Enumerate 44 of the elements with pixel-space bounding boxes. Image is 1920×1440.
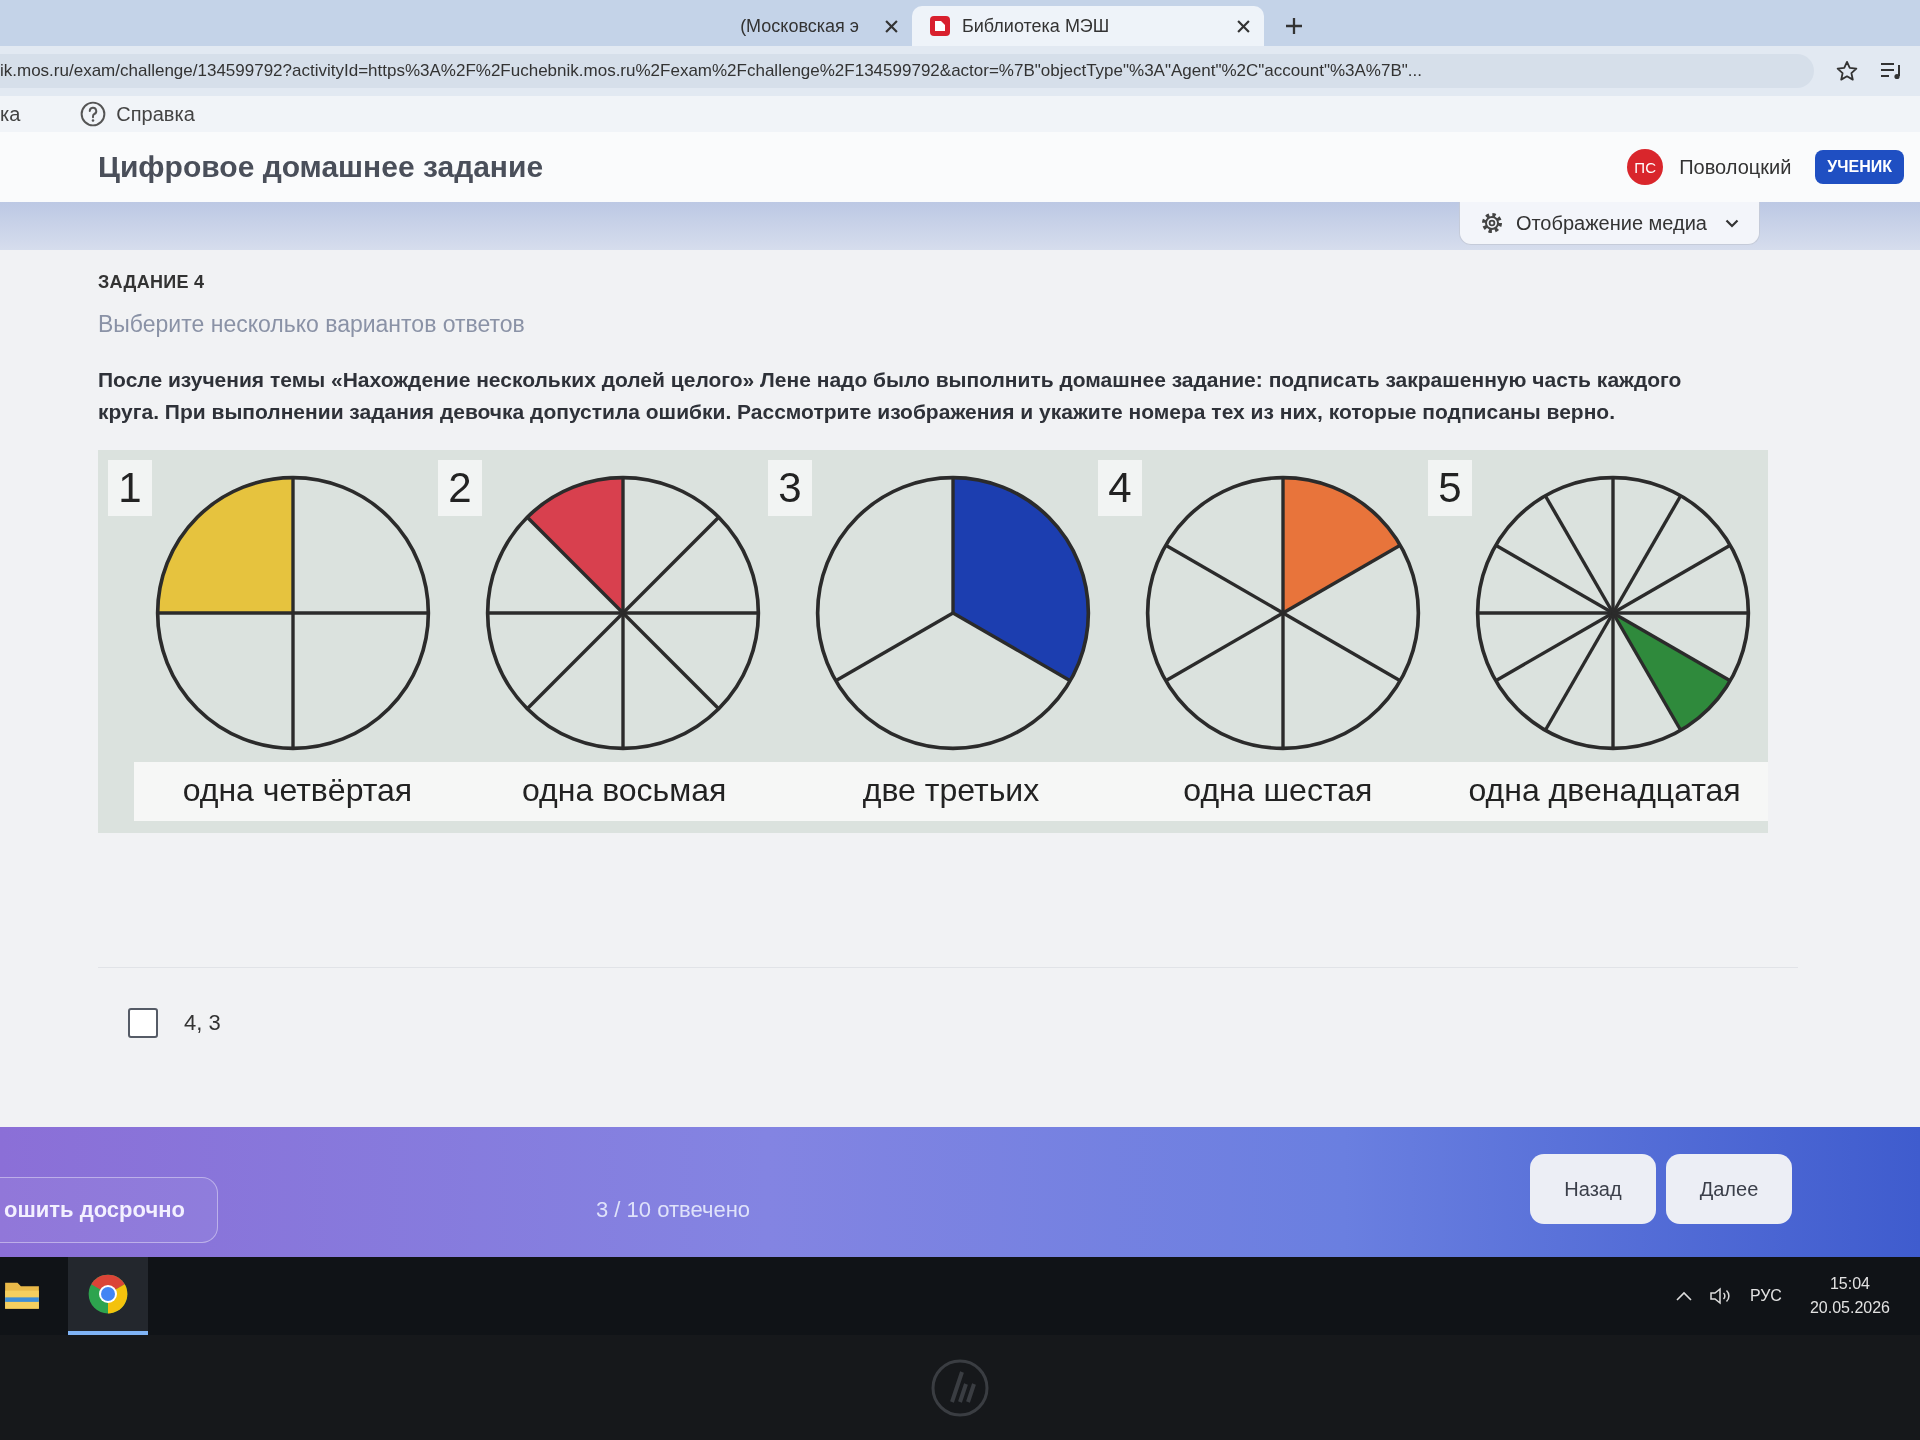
help-icon (80, 101, 107, 127)
task-instruction: Выберите несколько вариантов ответов (98, 311, 526, 338)
close-icon[interactable] (885, 19, 898, 33)
square-logo-icon (930, 16, 950, 36)
browser-tab[interactable]: (Московская э (700, 6, 912, 46)
user-name: Поволоцкий (1679, 155, 1792, 179)
back-button[interactable]: Назад (1530, 1154, 1656, 1224)
figure-number: 3 (768, 460, 812, 516)
figure-caption: одна шестая (1183, 772, 1373, 809)
figure-number: 5 (1428, 460, 1472, 516)
gear-icon (1479, 211, 1504, 235)
address-field[interactable]: ik.mos.ru/exam/challenge/134599792?activityId=https%3A%2F%2Fuchebnik.mos.ru%2Fexam%2Fchallenge%2F134599792&actor=%7B"objectType"%3A"Agent"%2C"account"%3A%7B"... (0, 54, 1814, 88)
role-label: УЧЕНИК (1815, 150, 1904, 184)
figure-caption: одна восьмая (522, 772, 727, 809)
speaker-icon[interactable] (1709, 1287, 1732, 1305)
language-indicator[interactable]: РУС (1749, 1287, 1782, 1305)
browser-tab[interactable]: Библиотека МЭШ (912, 6, 1264, 46)
figure-number: 2 (438, 460, 482, 516)
round-app-icon (88, 1274, 128, 1314)
figure-caption: две третьих (862, 772, 1040, 809)
option-label: 4, 3 (184, 1010, 221, 1036)
chevron-down-icon (1725, 218, 1739, 228)
figure-caption: одна двенадцатая (1468, 772, 1741, 809)
close-icon[interactable] (1237, 19, 1250, 33)
clock-date[interactable]: 20.05.2026 (1809, 1299, 1890, 1317)
clock-time[interactable]: 15:04 (1829, 1275, 1870, 1293)
bookmark-link[interactable]: Справка (80, 101, 195, 127)
plus-icon[interactable] (1286, 18, 1302, 34)
task-text: После изучения темы «Нахождение нескольких долей целого» Лене надо было выполнить домашнее задание: подписать закрашенную часть каждого круга. При выполнении задания девочка допустила ошибки. Рассмотрите изображения и укажите номера тех из них, которые подписаны верно. (98, 367, 1683, 425)
logo-icon (930, 1357, 990, 1418)
taskbar-app[interactable] (68, 1257, 148, 1335)
media-display-dropdown[interactable]: Отображение медиа (1458, 202, 1760, 245)
checkbox[interactable] (128, 1008, 158, 1038)
user-avatar[interactable]: ПС (1627, 149, 1664, 185)
bookmark-link[interactable]: ка (0, 102, 21, 126)
task-number: ЗАДАНИЕ 4 (98, 272, 206, 293)
page-title: Цифровое домашнее задание (98, 150, 544, 184)
next-button[interactable]: Далее (1666, 1154, 1792, 1224)
figure-number: 4 (1098, 460, 1142, 516)
star-icon[interactable] (1836, 60, 1858, 82)
chevron-up-icon[interactable] (1675, 1291, 1692, 1301)
figure-number: 1 (108, 460, 152, 516)
figure-caption: одна четвёртая (182, 772, 413, 809)
progress-text: 3 / 10 отвечено (596, 1197, 750, 1223)
